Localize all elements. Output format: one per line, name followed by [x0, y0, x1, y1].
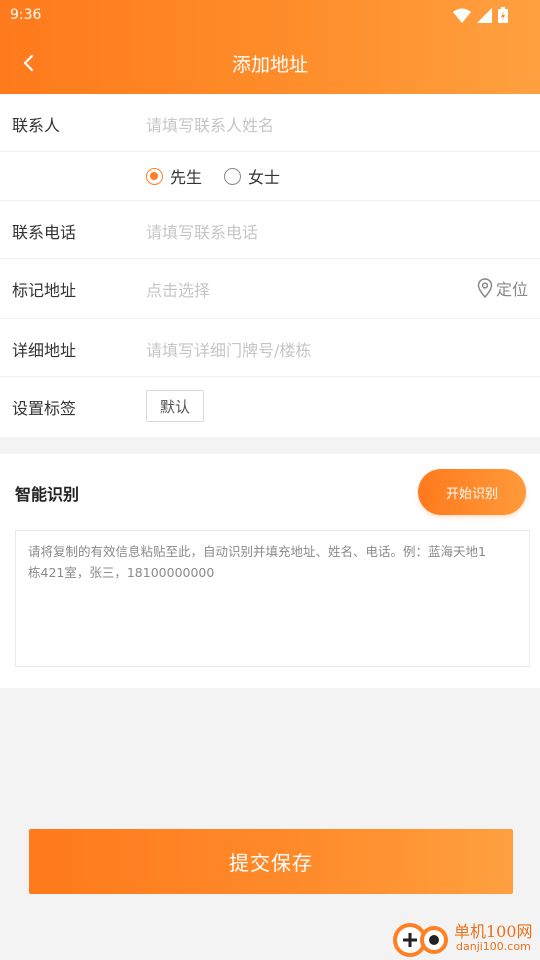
phone-input[interactable]: 请填写联系电话	[146, 219, 258, 243]
contact-row: 联系人 请填写联系人姓名	[0, 94, 540, 152]
status-time: 9:36	[10, 7, 42, 23]
radio-mr-label: 先生	[170, 168, 203, 187]
page-title: 添加地址	[231, 54, 308, 76]
submit-save-button[interactable]: 提交保存	[29, 829, 513, 894]
app-header: 9:36 添加地址	[0, 0, 540, 94]
radio-ms-label: 女士	[248, 168, 281, 187]
locate-label: 定位	[495, 280, 528, 299]
smart-recognition-title: 智能识别	[15, 485, 80, 504]
detail-address-label: 详细地址	[12, 341, 77, 360]
address-form: 联系人 请填写联系人姓名 先生 女士 联系电话 请填写联系电话 标记地址 点击选…	[0, 94, 540, 437]
radio-ms[interactable]: 女士	[224, 164, 280, 188]
mark-address-row: 标记地址 点击选择 定位	[0, 259, 540, 319]
phone-label: 联系电话	[12, 223, 77, 242]
status-bar: 9:36	[0, 0, 540, 32]
contact-label: 联系人	[12, 116, 61, 135]
smart-recognition-section: 智能识别 开始识别 请将复制的有效信息粘贴至此，自动识别并填充地址、姓名、电话。…	[0, 454, 540, 688]
paste-placeholder-line2: 栋421室，张三，18100000000	[28, 565, 215, 580]
paste-textarea[interactable]: 请将复制的有效信息粘贴至此，自动识别并填充地址、姓名、电话。例：蓝海天地1 栋4…	[15, 530, 530, 667]
mark-address-select[interactable]: 点击选择	[146, 277, 210, 301]
watermark-domain: danji100.com	[456, 940, 531, 953]
locate-button[interactable]: 定位	[477, 276, 528, 300]
radio-mr[interactable]: 先生	[146, 164, 202, 188]
default-tag-button[interactable]: 默认	[146, 390, 204, 422]
phone-row: 联系电话 请填写联系电话	[0, 201, 540, 259]
status-icons	[453, 7, 508, 23]
nav-bar: 添加地址	[0, 32, 540, 94]
signal-icon	[477, 7, 492, 23]
watermark-brand: 单机100网	[454, 922, 533, 941]
battery-icon	[498, 7, 508, 23]
watermark: 单机100网 danji100.com	[390, 918, 540, 960]
contact-name-input[interactable]: 请填写联系人姓名	[146, 112, 274, 136]
start-recognition-button[interactable]: 开始识别	[418, 469, 526, 515]
watermark-logo-icon	[393, 923, 448, 957]
detail-address-input[interactable]: 请填写详细门牌号/楼栋	[146, 337, 311, 361]
radio-selected-icon	[146, 167, 163, 185]
wifi-icon	[453, 8, 471, 23]
gender-row: 先生 女士	[0, 152, 540, 201]
paste-placeholder-line1: 请将复制的有效信息粘贴至此，自动识别并填充地址、姓名、电话。例：蓝海天地1	[28, 544, 486, 559]
location-pin-icon	[477, 278, 493, 298]
detail-address-row: 详细地址 请填写详细门牌号/楼栋	[0, 319, 540, 377]
tag-label: 设置标签	[12, 399, 77, 418]
radio-unselected-icon	[224, 167, 242, 185]
gender-radio-group: 先生 女士	[146, 164, 302, 188]
tag-row: 设置标签 默认	[0, 377, 540, 437]
mark-address-label: 标记地址	[12, 281, 77, 300]
